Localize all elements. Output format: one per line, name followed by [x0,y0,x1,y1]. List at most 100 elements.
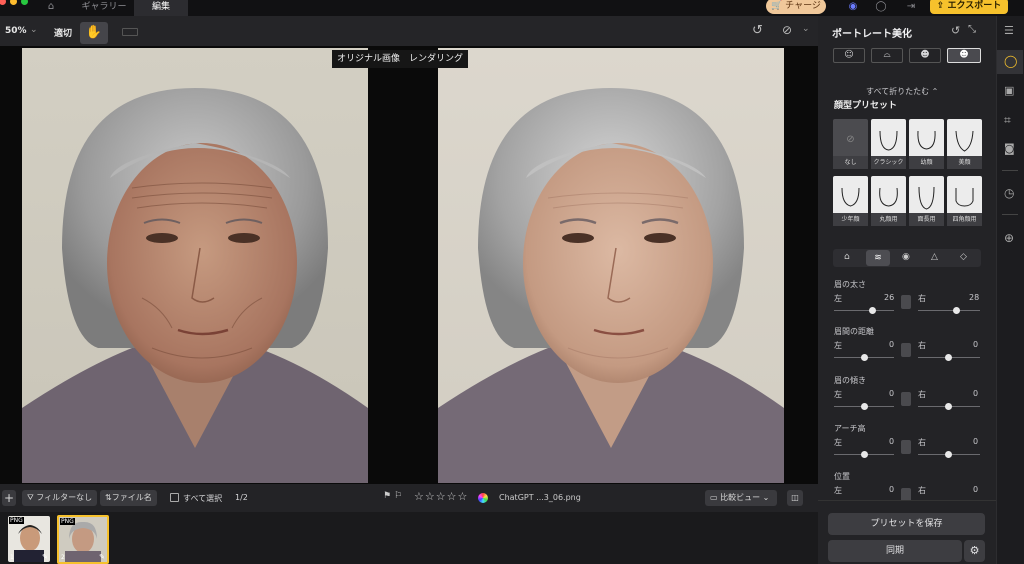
left-slider-track[interactable] [834,310,894,311]
right-slider-track[interactable] [918,310,980,311]
home-icon[interactable]: ⌂ [44,0,58,14]
portrait-tab-body[interactable]: ⌓ [871,48,903,63]
tab-gallery[interactable]: ギャラリー [76,0,132,16]
left-slider-knob[interactable] [861,451,868,458]
sort-icon: ⇅ [105,493,112,502]
slider-title: 位置 [834,472,850,481]
preset-square-face[interactable]: 四角顔用 [947,176,982,226]
camera-icon[interactable]: ◙ [1004,142,1015,155]
preset-beauty-face[interactable]: 美顔 [947,119,982,169]
face-preset-title: 顔型プリセット [834,101,898,111]
right-label: 右 [918,486,926,495]
add-button[interactable]: + [2,490,16,506]
compare-view-select[interactable]: ▭ 比較ビュー ⌄ [705,490,777,506]
charge-button[interactable]: 🛒 チャージ [766,0,826,14]
original-image-label: オリジナル画像 [332,50,406,68]
flag-icon[interactable]: ⚑ [383,491,391,501]
right-value: 0 [973,389,979,398]
tool-rail [996,16,1024,564]
preset-baby-face[interactable]: 幼顔 [909,119,944,169]
left-value: 0 [889,485,895,494]
portrait-face-icon[interactable]: ◯ [1004,54,1017,68]
discord-icon[interactable]: ◉ [846,0,860,14]
thumbnail-2[interactable]: PNG 2 ✎ [57,515,109,564]
close-window-button[interactable] [0,0,6,5]
mask-icon[interactable]: ⊘ [782,23,792,37]
preset-long-face[interactable]: 面長用 [909,176,944,226]
left-slider-knob[interactable] [861,403,868,410]
export-button[interactable]: ⇪ エクスポート [930,0,1008,14]
signout-icon[interactable]: ⇥ [904,0,918,14]
link-icon[interactable] [901,392,911,406]
upload-icon: ⇪ [936,1,945,11]
split-view-icon[interactable]: ◫ [787,490,803,506]
right-slider-knob[interactable] [945,451,952,458]
link-icon[interactable] [901,295,911,309]
render-image-label: レンダリング [404,50,469,68]
collapse-icon[interactable]: ⤡ [968,24,976,35]
rating-stars[interactable]: ☆☆☆☆☆ [414,490,468,503]
zoom-select[interactable]: 50% [5,26,27,36]
reject-flag-icon[interactable]: ⚐ [394,491,402,501]
left-label: 左 [834,341,842,350]
thumbnail-1[interactable]: PNG 1 ✎ [8,516,50,562]
collapse-all-link[interactable]: すべて折りたたむ ⌃ [866,86,938,97]
tab-edit[interactable]: 編集 [134,0,188,16]
right-value: 0 [973,485,979,494]
rail-divider [1002,170,1018,171]
portrait-tab-face[interactable]: ☻ [947,48,981,63]
color-label-icon[interactable] [478,493,488,503]
preset-classic[interactable]: クラシック [871,119,906,169]
account-icon[interactable]: ◯ [874,0,888,14]
add-circle-icon[interactable]: ⊕ [1004,231,1014,245]
lips-icon[interactable]: ◇ [960,252,967,262]
preset-round-face[interactable]: 丸顔用 [871,176,906,226]
zoom-window-button[interactable] [21,0,28,5]
right-slider-knob[interactable] [953,307,960,314]
adjustments-icon[interactable]: ☰ [1004,24,1014,37]
portrait-tab-skin[interactable]: ☺ [833,48,865,63]
fit-button[interactable]: 適切 [54,26,72,39]
left-value: 0 [889,340,895,349]
compare-split-icon[interactable] [122,28,138,36]
original-image [22,48,368,483]
preset-none[interactable]: ⊘ なし [833,119,868,169]
right-slider-knob[interactable] [945,403,952,410]
right-label: 右 [918,390,926,399]
sync-settings-icon[interactable]: ⚙ [964,540,985,562]
eye-icon[interactable]: ◉ [902,252,910,262]
crop-icon[interactable]: ⌗ [1004,113,1011,128]
link-icon[interactable] [901,343,911,357]
image-icon[interactable]: ▣ [1004,84,1014,97]
link-icon[interactable] [901,440,911,454]
nose-icon[interactable]: △ [931,252,938,262]
selection-count: 1/2 [235,493,248,502]
face-shape-icon[interactable]: ⌂ [844,252,850,262]
history-icon[interactable]: ◷ [1004,186,1014,200]
sync-button[interactable]: 同期 [828,540,962,562]
slider-title: 眉の傾き [834,376,866,385]
minimize-window-button[interactable] [10,0,17,5]
preset-boy-face[interactable]: 少年顔 [833,176,868,226]
undo-icon[interactable]: ↺ [752,23,763,38]
chevron-down-icon[interactable]: ⌄ [802,24,810,34]
left-value: 0 [889,389,895,398]
hand-tool-icon[interactable]: ✋ [80,22,108,44]
left-value: 0 [889,437,895,446]
editor-toolbar: 50% ⌄ 適切 ✋ ↺ ⊘ ⌄ [0,16,818,46]
none-icon: ⊘ [846,134,855,145]
left-label: 左 [834,294,842,303]
thumbnail-number: 2 [61,554,65,561]
chevron-down-icon[interactable]: ⌄ [30,25,38,35]
save-preset-button[interactable]: プリセットを保存 [828,513,985,535]
portrait-tab-makeup[interactable]: ☻ [909,48,941,63]
reset-icon[interactable]: ↺ [951,24,960,37]
filter-button[interactable]: ⛛ フィルターなし [22,490,98,506]
left-slider-knob[interactable] [869,307,876,314]
select-all-checkbox[interactable] [170,493,179,502]
left-label: 左 [834,390,842,399]
sort-filename-button[interactable]: ⇅ファイル名 [100,490,157,506]
left-slider-knob[interactable] [861,354,868,361]
right-slider-knob[interactable] [945,354,952,361]
eyebrow-icon[interactable]: ≋ [866,250,890,266]
